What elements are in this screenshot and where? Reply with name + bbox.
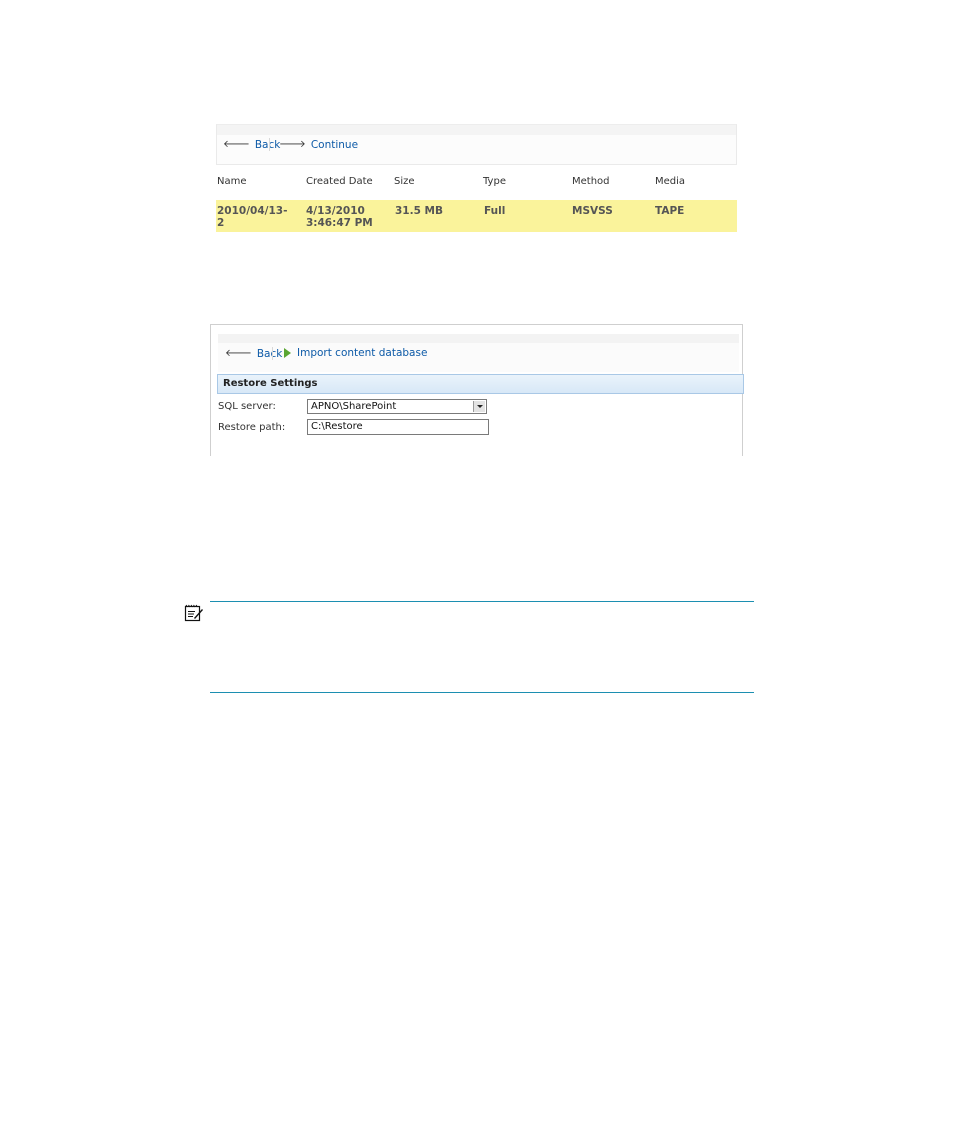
restore-path-label: Restore path: [218,422,286,433]
back-arrow-icon: 🡐 [225,348,252,359]
column-header-type[interactable]: Type [483,176,506,187]
back-arrow-icon: 🡐 [223,139,250,150]
backup-table: Name Created Date Size Type Method Media… [216,176,737,232]
toolbar: 🡐 Back Import content database [218,334,739,372]
back-label: Back [254,139,281,151]
table-header: Name Created Date Size Type Method Media [216,176,737,200]
import-content-database-button[interactable]: Import content database [284,347,427,359]
sql-server-value: APNO\SharePoint [311,401,397,412]
column-header-name[interactable]: Name [217,176,247,187]
restore-settings-panel: 🡐 Back Import content database Restore S… [210,324,744,456]
back-button[interactable]: 🡐 Back [223,139,280,151]
column-header-method[interactable]: Method [572,176,610,187]
play-icon [284,348,291,358]
section-title: Restore Settings [217,374,744,394]
backup-list-panel: 🡐 Back 🡒 Continue Name Created Date Size… [216,124,737,232]
table-row[interactable]: 2010/04/13- 2 4/13/2010 3:46:47 PM 31.5 … [216,200,737,232]
restore-path-input[interactable]: C:\Restore [307,419,489,435]
toolbar-divider [272,347,273,360]
column-header-media[interactable]: Media [655,176,685,187]
cell-name: 2010/04/13- 2 [217,205,288,229]
toolbar-divider [269,138,270,151]
cell-method: MSVSS [572,205,613,217]
continue-label: Continue [310,139,359,151]
cell-created: 4/13/2010 3:46:47 PM [306,205,373,229]
sql-server-label: SQL server: [218,401,276,412]
note-icon [184,604,203,622]
continue-button[interactable]: 🡒 Continue [279,139,358,151]
note-bottom-rule [210,692,754,693]
toolbar: 🡐 Back 🡒 Continue [216,124,737,165]
note-top-rule [210,601,754,602]
import-label: Import content database [297,347,428,359]
cell-type: Full [484,205,506,217]
column-header-created[interactable]: Created Date [306,176,373,187]
chevron-down-icon[interactable] [473,401,485,412]
back-button[interactable]: 🡐 Back [225,348,282,360]
back-label: Back [256,348,283,360]
column-header-size[interactable]: Size [394,176,415,187]
cell-media: TAPE [655,205,685,217]
forward-arrow-icon: 🡒 [279,139,306,150]
cell-size: 31.5 MB [395,205,444,217]
sql-server-select[interactable]: APNO\SharePoint [307,399,487,414]
